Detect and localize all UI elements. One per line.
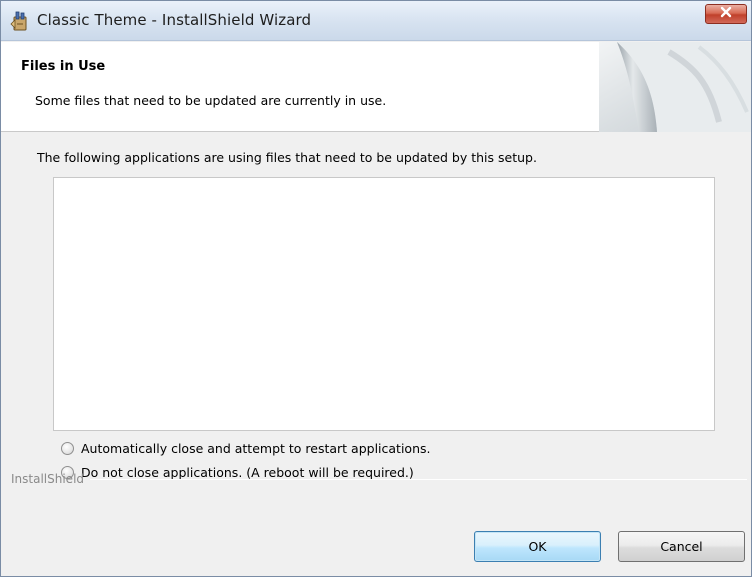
close-icon	[719, 6, 733, 22]
option-auto-close[interactable]: Automatically close and attempt to resta…	[61, 439, 430, 457]
page-subtitle: Some files that need to be updated are c…	[35, 93, 387, 108]
installshield-brand-line: InstallShield	[11, 471, 747, 487]
cancel-button[interactable]: Cancel	[618, 531, 745, 562]
brand-label: InstallShield	[11, 472, 85, 486]
installshield-wizard-window: Classic Theme - InstallShield Wizard Fil…	[0, 0, 752, 577]
main-content: The following applications are using fil…	[1, 133, 751, 480]
window-title: Classic Theme - InstallShield Wizard	[37, 11, 312, 29]
option-auto-close-label: Automatically close and attempt to resta…	[81, 440, 431, 456]
intro-text: The following applications are using fil…	[37, 150, 537, 165]
page-title: Files in Use	[21, 59, 106, 74]
radio-auto-close[interactable]	[61, 441, 74, 455]
brand-divider	[90, 478, 747, 480]
title-bar[interactable]: Classic Theme - InstallShield Wizard	[1, 1, 751, 41]
ok-button[interactable]: OK	[474, 531, 601, 562]
installshield-app-icon	[9, 10, 31, 32]
close-button[interactable]	[705, 4, 747, 24]
applications-list[interactable]	[53, 177, 715, 431]
header-banner: Files in Use Some files that need to be …	[1, 42, 751, 132]
page-curl-banner-art	[599, 42, 751, 132]
